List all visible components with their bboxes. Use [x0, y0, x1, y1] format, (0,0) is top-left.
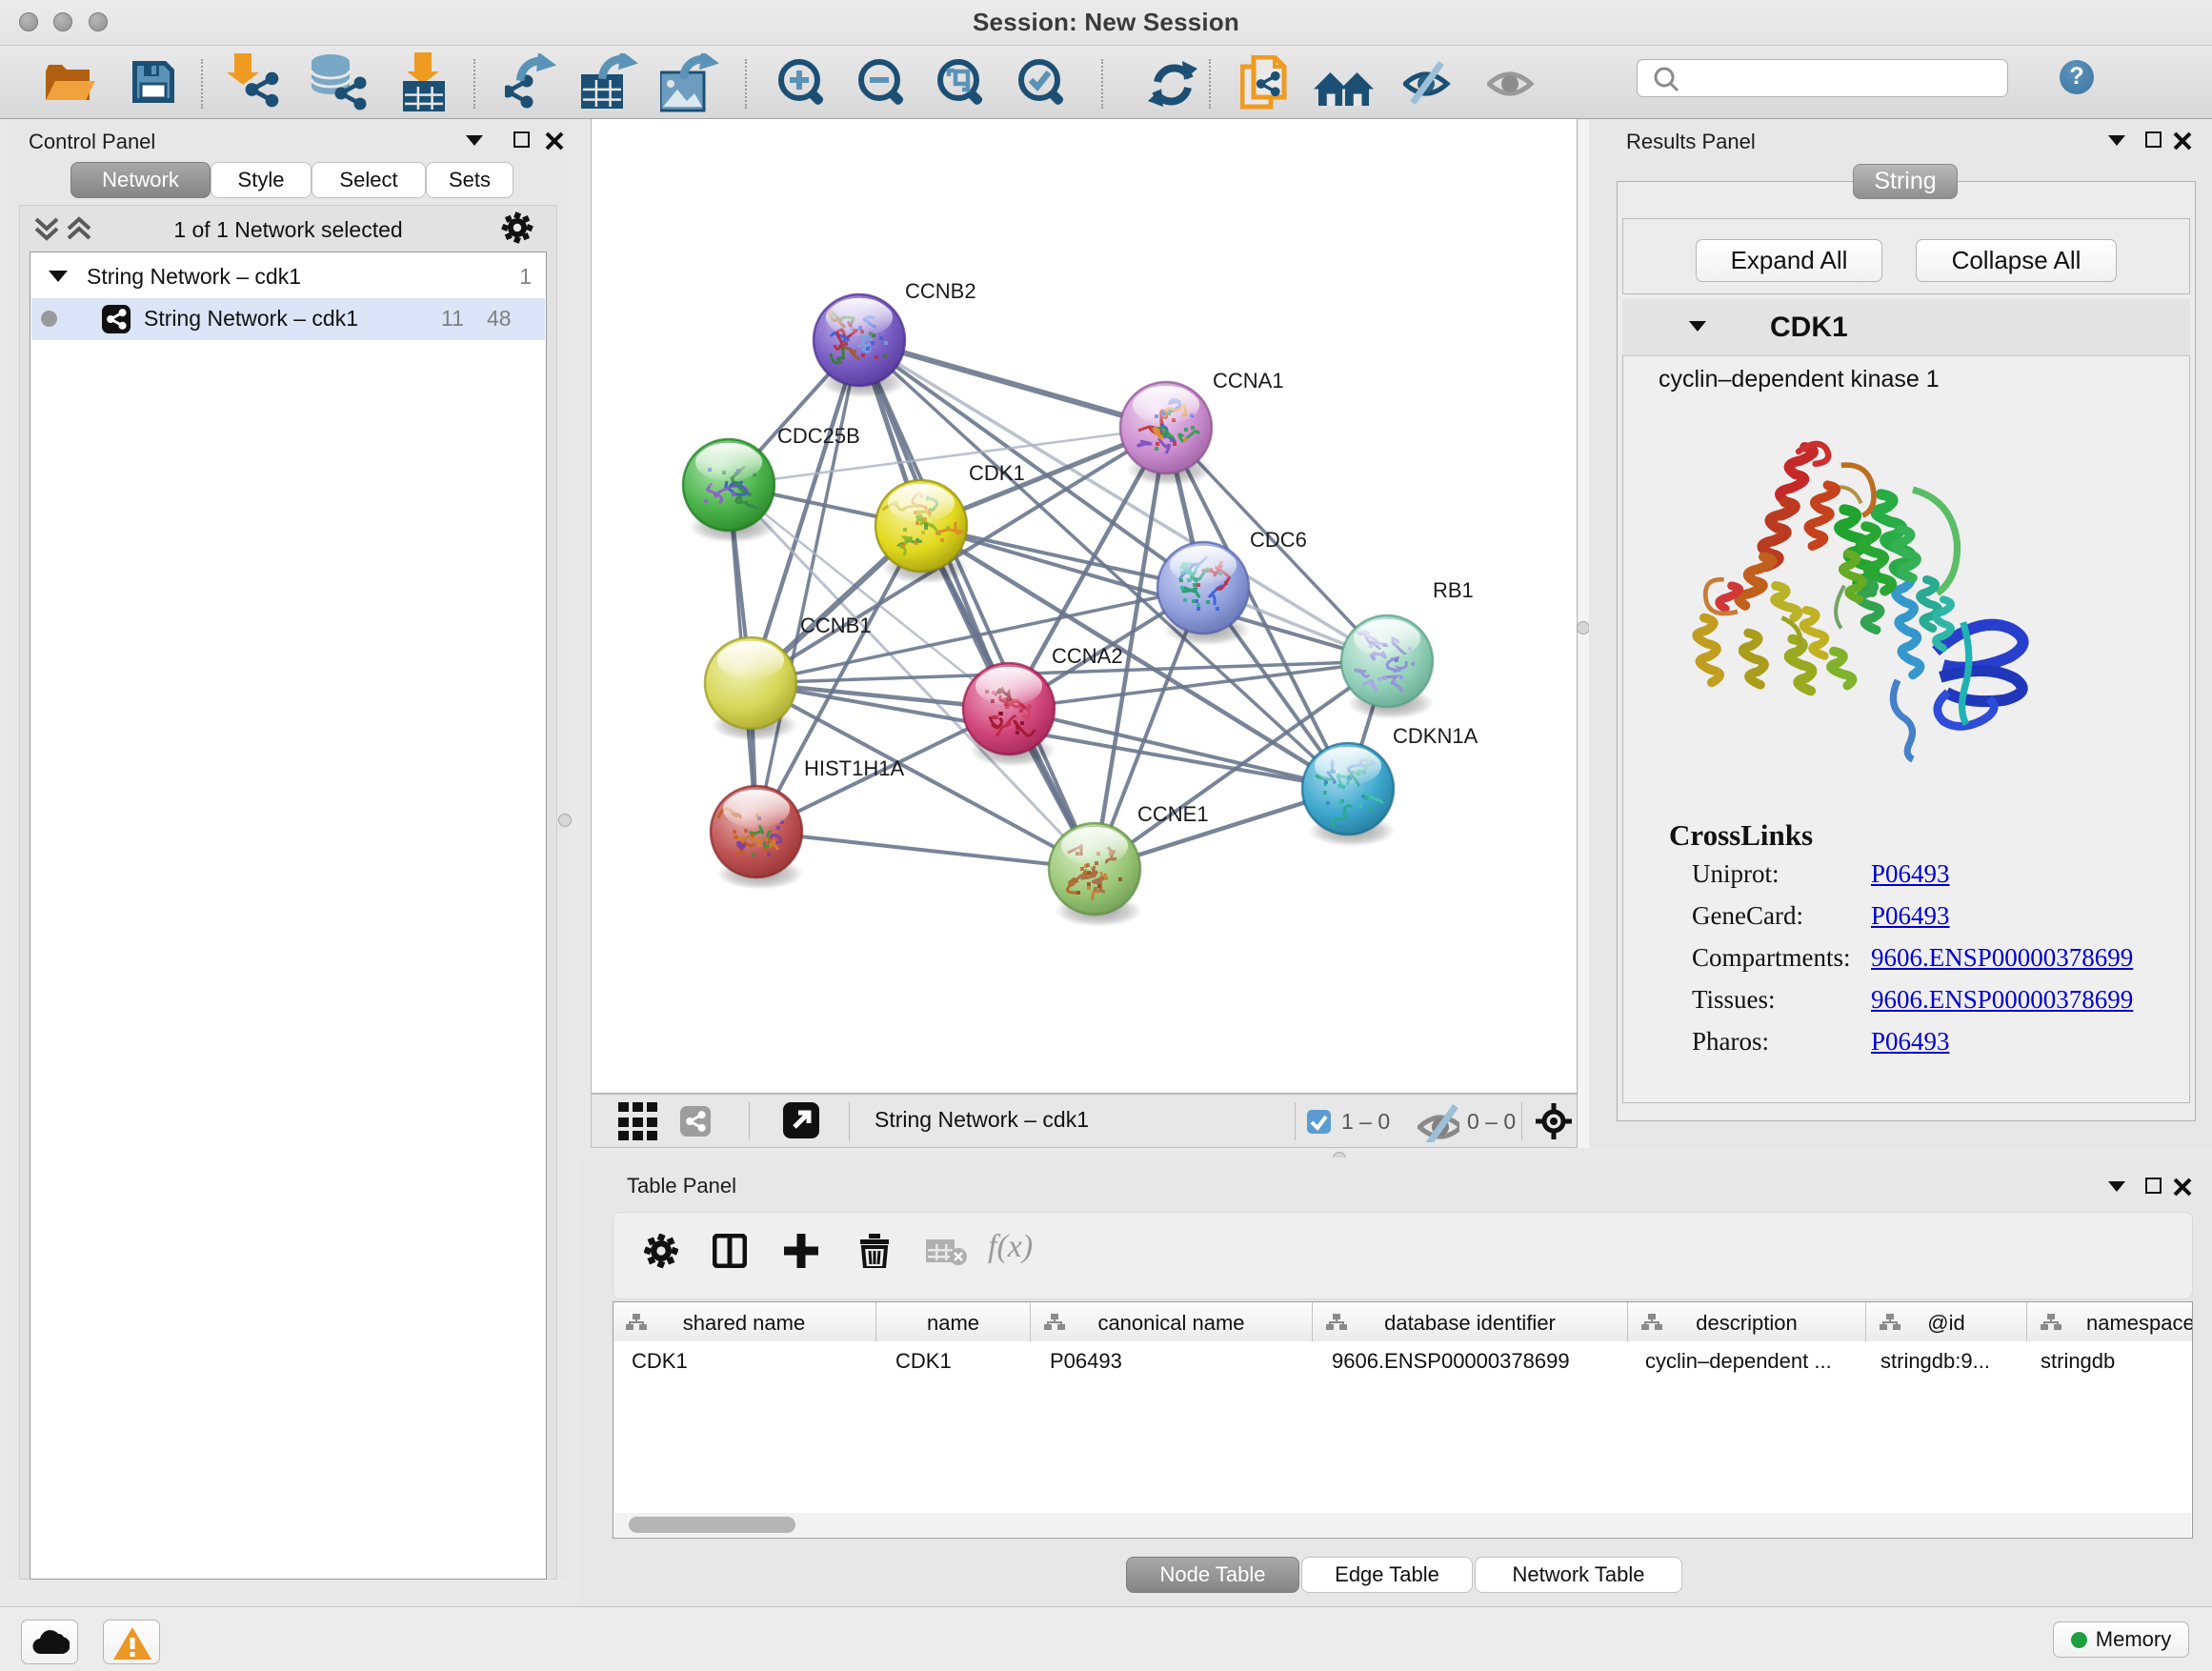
svg-text:CCNB2: CCNB2 [905, 279, 976, 303]
svg-text:CDC25B: CDC25B [777, 424, 860, 448]
svg-text:CCNB1: CCNB1 [800, 614, 872, 637]
svg-text:CDC6: CDC6 [1250, 528, 1307, 552]
svg-text:CCNE1: CCNE1 [1137, 802, 1209, 826]
svg-text:HIST1H1A: HIST1H1A [804, 756, 904, 780]
svg-text:CCNA2: CCNA2 [1052, 644, 1123, 668]
svg-text:CDKN1A: CDKN1A [1393, 724, 1478, 748]
svg-text:CCNA1: CCNA1 [1213, 369, 1284, 393]
svg-text:RB1: RB1 [1433, 578, 1474, 602]
svg-text:CDK1: CDK1 [969, 461, 1025, 485]
